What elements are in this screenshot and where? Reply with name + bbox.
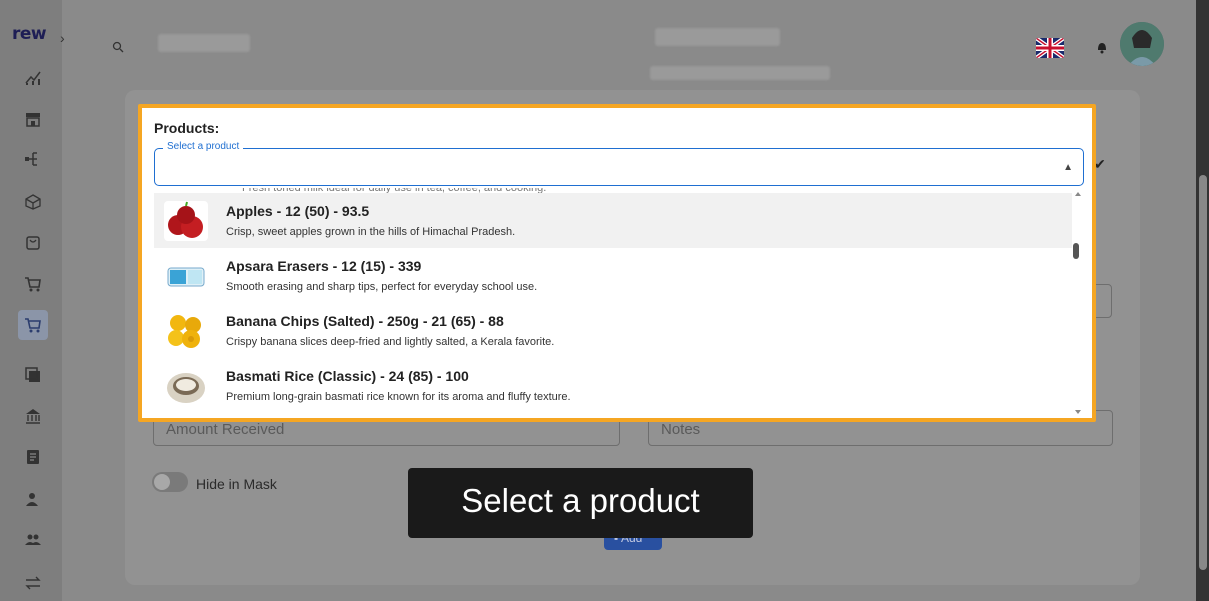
bank-icon[interactable] [24, 407, 42, 425]
product-option[interactable]: Banana Chips (Salted) - 250g - 21 (65) -… [154, 303, 1072, 358]
product-option[interactable]: Apsara Erasers - 12 (15) - 339 Smooth er… [154, 248, 1072, 303]
bag-icon[interactable] [24, 233, 42, 251]
product-option[interactable]: Apples - 12 (50) - 93.5 Crisp, sweet app… [154, 193, 1072, 248]
amount-received-placeholder: Amount Received [166, 421, 285, 438]
banana-chips-image [164, 311, 208, 351]
option-description: Crisp, sweet apples grown in the hills o… [226, 226, 516, 238]
basmati-rice-image [164, 366, 208, 406]
store-icon[interactable] [24, 110, 42, 128]
option-title: Apsara Erasers - 12 (15) - 339 [226, 258, 422, 274]
option-title: Banana Chips (Salted) - 250g - 21 (65) -… [226, 313, 504, 329]
copy-icon[interactable] [24, 366, 42, 384]
bell-icon[interactable] [1096, 40, 1108, 54]
list-scrollbar-thumb[interactable] [1073, 243, 1079, 259]
uk-flag-icon[interactable] [1036, 38, 1064, 58]
expand-sidebar-icon[interactable]: › [60, 30, 65, 46]
hierarchy-icon[interactable] [24, 150, 42, 168]
select-label: Select a product [163, 141, 244, 152]
box-icon[interactable] [24, 193, 42, 211]
group-icon[interactable] [24, 530, 42, 548]
avatar[interactable] [1120, 22, 1164, 66]
dialog-title: Products: [154, 120, 220, 136]
erasers-image [164, 256, 208, 296]
product-select-dialog: Products: Select a product ▲ Fresh toned… [138, 104, 1096, 422]
option-description: Smooth erasing and sharp tips, perfect f… [226, 281, 538, 293]
user-icon[interactable] [24, 490, 42, 508]
product-options-list[interactable]: Fresh toned milk ideal for daily use in … [154, 188, 1084, 418]
option-description: Premium long-grain basmati rice known fo… [226, 391, 571, 403]
document-icon[interactable] [24, 448, 42, 466]
transfer-icon[interactable] [24, 574, 42, 592]
app-logo[interactable]: rew [12, 24, 47, 44]
apples-image [164, 201, 208, 241]
blurred-header-text [655, 28, 780, 46]
product-select[interactable]: Select a product ▲ [154, 141, 1084, 186]
notes-placeholder: Notes [661, 421, 701, 438]
list-scrollbar[interactable] [1072, 188, 1084, 418]
option-description: Crispy banana slices deep-fried and ligh… [226, 336, 555, 348]
analytics-icon[interactable] [24, 68, 42, 86]
chevron-up-icon[interactable]: ▲ [1063, 162, 1073, 173]
option-title: Basmati Rice (Classic) - 24 (85) - 100 [226, 368, 469, 384]
page-scrollbar-thumb[interactable] [1199, 175, 1207, 570]
option-title: Apples - 12 (50) - 93.5 [226, 203, 370, 219]
hide-in-mask-toggle[interactable] [152, 472, 188, 492]
hide-in-mask-label: Hide in Mask [196, 476, 277, 492]
blurred-header-text [158, 34, 250, 52]
blurred-header-text [650, 66, 830, 80]
instruction-caption: Select a product [408, 468, 753, 538]
sidebar: rew › [0, 0, 65, 601]
product-option[interactable]: Basmati Rice (Classic) - 24 (85) - 100 P… [154, 358, 1072, 413]
cart-add-icon[interactable] [18, 310, 48, 340]
cart-icon[interactable] [24, 275, 42, 293]
search-icon[interactable] [112, 40, 124, 53]
